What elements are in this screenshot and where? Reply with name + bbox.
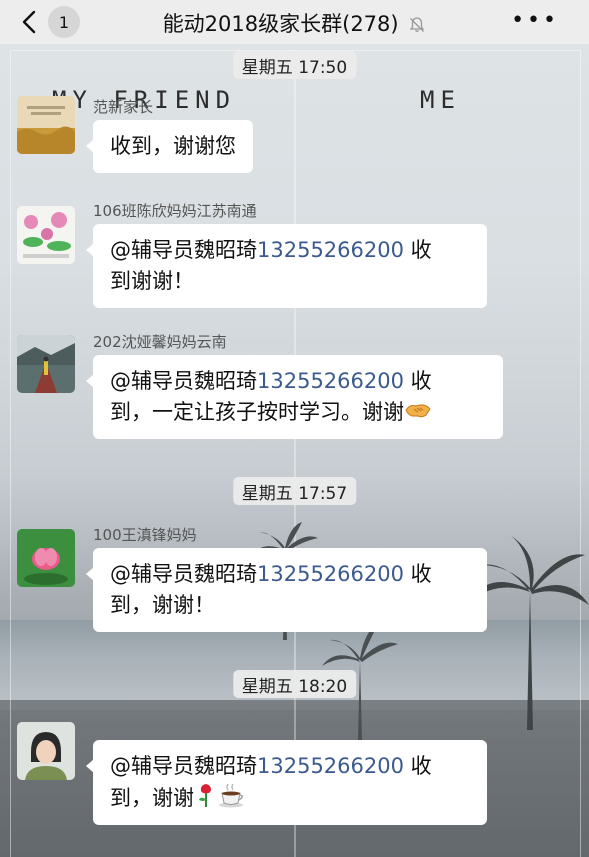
timestamp-chip: 星期五 17:50 (232, 51, 357, 79)
phone-link[interactable]: 13255266200 (257, 369, 404, 393)
sender-name: 202沈娅馨妈妈云南 (93, 333, 227, 351)
message-text: 收 (403, 369, 432, 393)
coffee-emoji-icon (219, 783, 243, 808)
message-text: 收 (403, 238, 432, 262)
message-item: 106班陈欣妈妈江苏南通 @辅导员魏昭琦13255266200 收 到谢谢！ (17, 200, 577, 312)
mute-bell-icon (409, 17, 425, 32)
avatar[interactable] (17, 96, 75, 154)
avatar[interactable] (17, 722, 75, 780)
sender-name: 范新家长 (93, 98, 154, 116)
avatar[interactable] (17, 335, 75, 393)
more-icon[interactable]: ••• (511, 10, 559, 32)
message-text: 到谢谢！ (110, 269, 194, 293)
mention-text: @辅导员魏昭琦 (110, 562, 257, 586)
chat-title: 能动2018级家长群(278) (162, 12, 399, 36)
phone-link[interactable]: 13255266200 (257, 562, 404, 586)
message-text: 收到，谢谢您 (110, 134, 236, 158)
message-bubble[interactable]: @辅导员魏昭琦13255266200 收 到，谢谢 (86, 740, 487, 825)
phone-link[interactable]: 13255266200 (257, 238, 404, 262)
chat-title-wrap[interactable]: 能动2018级家长群(278) (0, 8, 589, 38)
handshake-emoji-icon (405, 404, 431, 418)
mention-text: @辅导员魏昭琦 (110, 238, 257, 262)
message-item: 范新家长 收到，谢谢您 (17, 96, 577, 186)
sender-name: 106班陈欣妈妈江苏南通 (93, 202, 257, 220)
message-text: 收 (403, 754, 432, 778)
message-item: 100王滇锋妈妈 @辅导员魏昭琦13255266200 收 到，谢谢！ (17, 524, 577, 639)
phone-link[interactable]: 13255266200 (257, 754, 404, 778)
message-text: 到，谢谢 (110, 786, 194, 810)
avatar[interactable] (17, 529, 75, 587)
timestamp-chip: 星期五 18:20 (232, 670, 357, 698)
message-text: 到，谢谢！ (110, 593, 215, 617)
message-text: 收 (403, 562, 432, 586)
avatar[interactable] (17, 206, 75, 264)
message-bubble[interactable]: @辅导员魏昭琦13255266200 收 到，一定让孩子按时学习。谢谢 (86, 355, 503, 439)
message-bubble[interactable]: @辅导员魏昭琦13255266200 收 到，谢谢！ (86, 548, 487, 632)
chat-header: 1 能动2018级家长群(278) ••• (0, 0, 589, 44)
sender-name: 100王滇锋妈妈 (93, 526, 197, 544)
rose-emoji-icon (199, 784, 211, 807)
message-bubble[interactable]: @辅导员魏昭琦13255266200 收 到谢谢！ (86, 224, 487, 308)
message-text: 到，一定让孩子按时学习。谢谢 (110, 400, 404, 424)
timestamp-chip: 星期五 17:57 (232, 477, 357, 505)
message-item: @辅导员魏昭琦13255266200 收 到，谢谢 (17, 720, 577, 835)
mention-text: @辅导员魏昭琦 (110, 754, 257, 778)
message-item: 202沈娅馨妈妈云南 @辅导员魏昭琦13255266200 收 到，一定让孩子按… (17, 331, 577, 446)
message-bubble[interactable]: 收到，谢谢您 (86, 120, 253, 173)
mention-text: @辅导员魏昭琦 (110, 369, 257, 393)
